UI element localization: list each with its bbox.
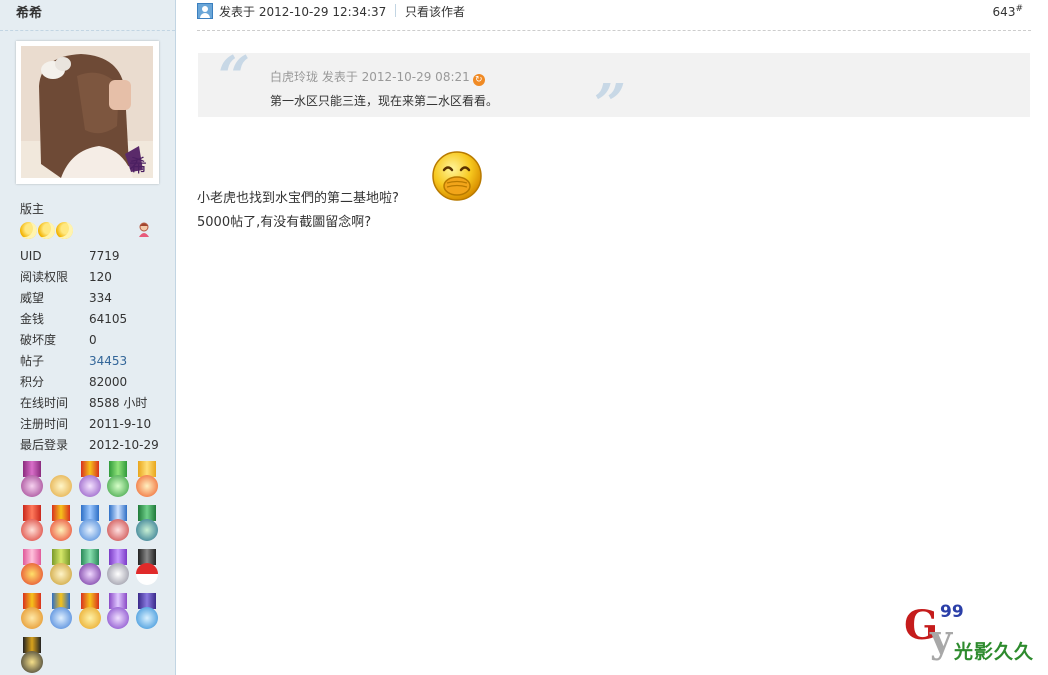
medal-icon[interactable] [78, 505, 102, 543]
laughing-smiley-icon [431, 150, 483, 202]
divider [395, 4, 396, 17]
rank-stars [20, 222, 74, 240]
medal-list [20, 461, 165, 675]
only-author-link[interactable]: 只看该作者 [405, 3, 465, 20]
medal-icon[interactable] [20, 593, 44, 631]
close-quote-icon: ” [594, 72, 627, 138]
post-header: 发表于 2012-10-29 12:34:37 只看该作者 643# [197, 0, 1031, 31]
medal-icon[interactable] [20, 505, 44, 543]
divider [0, 30, 175, 31]
medal-icon[interactable] [135, 461, 159, 499]
forum-post-page: 希希 希 版主 UID 7719 阅读权限 120 威望 334 金钱 6410… [0, 0, 1048, 675]
medal-icon[interactable] [106, 593, 130, 631]
medal-icon[interactable] [78, 461, 102, 499]
female-icon [137, 222, 151, 238]
posts-count-link[interactable]: 34453 [89, 351, 127, 372]
medal-icon[interactable] [135, 549, 159, 587]
quote-block: “ 白虎玲珑 发表于 2012-10-29 08:21 ↻ 第一水区只能三连，现在… [198, 49, 1030, 133]
floor-number[interactable]: 643# [993, 4, 1023, 19]
medal-icon[interactable] [78, 549, 102, 587]
medal-icon[interactable] [106, 549, 130, 587]
medal-icon[interactable] [49, 461, 73, 499]
site-watermark-logo: G y 99 光影久久 [904, 602, 1035, 663]
moon-icon [56, 222, 73, 239]
stat-destruction: 破坏度 0 [20, 333, 97, 347]
stat-register-date: 注册时间 2011-9-10 [20, 417, 152, 431]
stat-credits: 积分 82000 [20, 375, 128, 389]
open-quote-icon: “ [218, 44, 251, 110]
moon-icon [20, 222, 37, 239]
avatar[interactable]: 希 [21, 46, 153, 178]
post-timestamp: 发表于 2012-10-29 12:34:37 [219, 5, 387, 19]
stat-online-time: 在线时间 8588 小时 [20, 396, 148, 410]
username[interactable]: 希希 [16, 2, 42, 21]
stat-read-permission: 阅读权限 120 [20, 270, 112, 284]
stat-uid: UID 7719 [20, 249, 120, 263]
medal-icon[interactable] [20, 461, 44, 499]
medal-icon[interactable] [78, 593, 102, 631]
user-stats: UID 7719 阅读权限 120 威望 334 金钱 64105 破坏度 0 帖子 344… [20, 246, 159, 456]
quote-text: 第一水区只能三连，现在来第二水区看看。 [270, 94, 499, 108]
medal-icon[interactable] [135, 593, 159, 631]
medal-icon[interactable] [20, 549, 44, 587]
medal-icon[interactable] [135, 505, 159, 543]
poster-icon [197, 3, 213, 19]
jump-to-post-icon[interactable]: ↻ [472, 74, 485, 86]
user-group-title: 版主 [20, 202, 45, 216]
stat-posts: 帖子 34453 [20, 351, 159, 372]
stat-last-login: 最后登录 2012-10-29 [20, 438, 159, 452]
medal-icon[interactable] [20, 637, 44, 675]
post-text-line: 5000帖了,有没有截圖留念啊? [197, 215, 372, 230]
stat-prestige: 威望 334 [20, 291, 112, 305]
medal-icon[interactable] [49, 593, 73, 631]
medal-icon[interactable] [106, 505, 130, 543]
medal-icon[interactable] [49, 549, 73, 587]
svg-text:希: 希 [129, 156, 147, 177]
moon-icon [38, 222, 55, 239]
quote-meta: 白虎玲珑 发表于 2012-10-29 08:21 ↻ [270, 68, 485, 86]
medal-icon[interactable] [106, 461, 130, 499]
post-text-line: 小老虎也找到水宝們的第二基地啦? [197, 191, 399, 206]
medal-icon[interactable] [49, 505, 73, 543]
avatar-frame[interactable]: 希 [16, 41, 159, 184]
stat-money: 金钱 64105 [20, 312, 128, 326]
user-info-sidebar: 希希 希 版主 UID 7719 阅读权限 120 威望 334 金钱 6410… [0, 0, 176, 675]
